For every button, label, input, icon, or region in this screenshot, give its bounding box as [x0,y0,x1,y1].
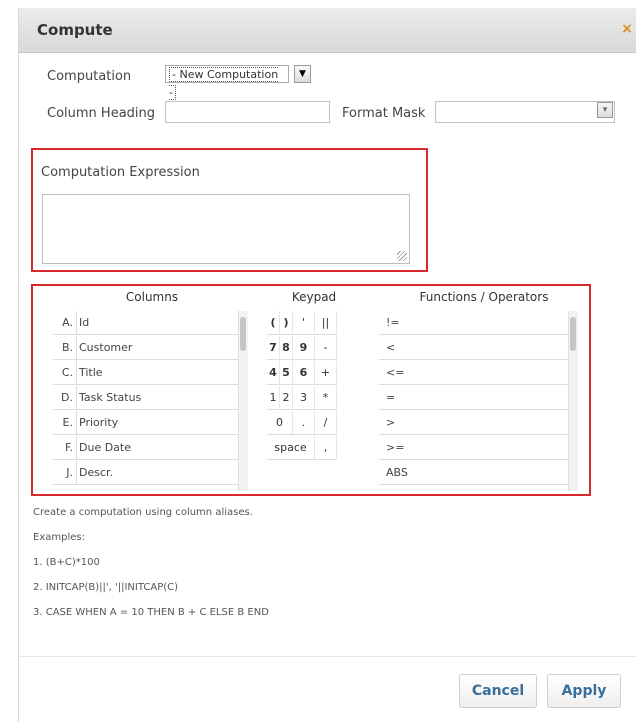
key-quote[interactable]: ' [293,311,315,335]
key-comma[interactable]: , [315,436,337,460]
column-item[interactable]: F. Due Date [53,436,243,460]
example-item: 1. (B+C)*100 [33,557,100,568]
compute-dialog: Compute × Computation - New Computation … [18,8,636,722]
format-mask-picker-icon[interactable]: ▾ [597,102,613,118]
key-6[interactable]: 6 [293,361,315,385]
column-item[interactable]: B. Customer [53,336,243,360]
key-plus[interactable]: + [315,361,337,385]
expression-label: Computation Expression [41,165,200,180]
key-concat[interactable]: || [315,311,337,335]
column-item[interactable]: E. Priority [53,411,243,435]
example-item: 2. INITCAP(B)||', '||INITCAP(C) [33,582,179,593]
dialog-titlebar[interactable]: Compute × [19,8,636,53]
columns-scrollbar[interactable] [238,311,248,491]
functions-header: Functions / Operators [419,290,549,304]
column-heading-input[interactable] [165,101,330,123]
key-space[interactable]: space [267,436,315,460]
key-close-paren[interactable]: ) [280,311,293,335]
columns-list: A. Id B. Customer C. Title D. Task Statu… [53,311,243,494]
function-item[interactable]: >= [379,436,569,460]
keypad-header: Keypad [291,290,337,304]
functions-scrollbar[interactable] [568,311,578,491]
keypad: ( ) ' || 7 8 9 - 4 5 6 + 1 2 3 * 0 . / s… [267,311,362,494]
column-item[interactable]: A. Id [53,311,243,335]
key-2[interactable]: 2 [280,386,293,410]
help-intro: Create a computation using column aliase… [33,507,253,518]
key-7[interactable]: 7 [267,336,280,360]
footer-divider [19,656,636,657]
column-heading-label: Column Heading [47,106,156,121]
computation-label: Computation [47,69,132,84]
key-divide[interactable]: / [315,411,337,435]
cancel-button[interactable]: Cancel [459,674,537,708]
key-dot[interactable]: . [293,411,315,435]
format-mask-input[interactable] [435,101,615,123]
key-8[interactable]: 8 [280,336,293,360]
key-open-paren[interactable]: ( [267,311,280,335]
computation-select[interactable]: - New Computation - ▼ [165,65,313,100]
apply-button[interactable]: Apply [547,674,621,708]
close-icon[interactable]: × [619,21,635,37]
function-item[interactable]: ABS [379,461,569,485]
key-minus[interactable]: - [315,336,337,360]
key-5[interactable]: 5 [280,361,293,385]
key-0[interactable]: 0 [267,411,293,435]
function-item[interactable]: != [379,311,569,335]
dialog-title: Compute [37,21,113,39]
key-3[interactable]: 3 [293,386,315,410]
resize-grip-icon[interactable] [397,251,407,261]
columns-scroll-thumb[interactable] [240,317,246,351]
function-item[interactable]: > [379,411,569,435]
functions-scroll-thumb[interactable] [570,317,576,351]
key-1[interactable]: 1 [267,386,280,410]
key-9[interactable]: 9 [293,336,315,360]
computation-select-value[interactable]: - New Computation - [165,65,289,100]
function-item[interactable]: <= [379,361,569,385]
column-item[interactable]: C. Title [53,361,243,385]
key-multiply[interactable]: * [315,386,337,410]
columns-header: Columns [125,290,179,304]
expression-textarea[interactable] [42,194,410,264]
example-item: 3. CASE WHEN A = 10 THEN B + C ELSE B EN… [33,607,269,618]
examples-label: Examples: [33,532,85,543]
format-mask-label: Format Mask [342,106,426,121]
functions-list: != < <= = > >= ABS [379,311,569,494]
key-4[interactable]: 4 [267,361,280,385]
function-item[interactable]: < [379,336,569,360]
chevron-down-icon[interactable]: ▼ [294,65,311,83]
column-item[interactable]: J. Descr. [53,461,243,485]
function-item[interactable]: = [379,386,569,410]
column-item[interactable]: D. Task Status [53,386,243,410]
